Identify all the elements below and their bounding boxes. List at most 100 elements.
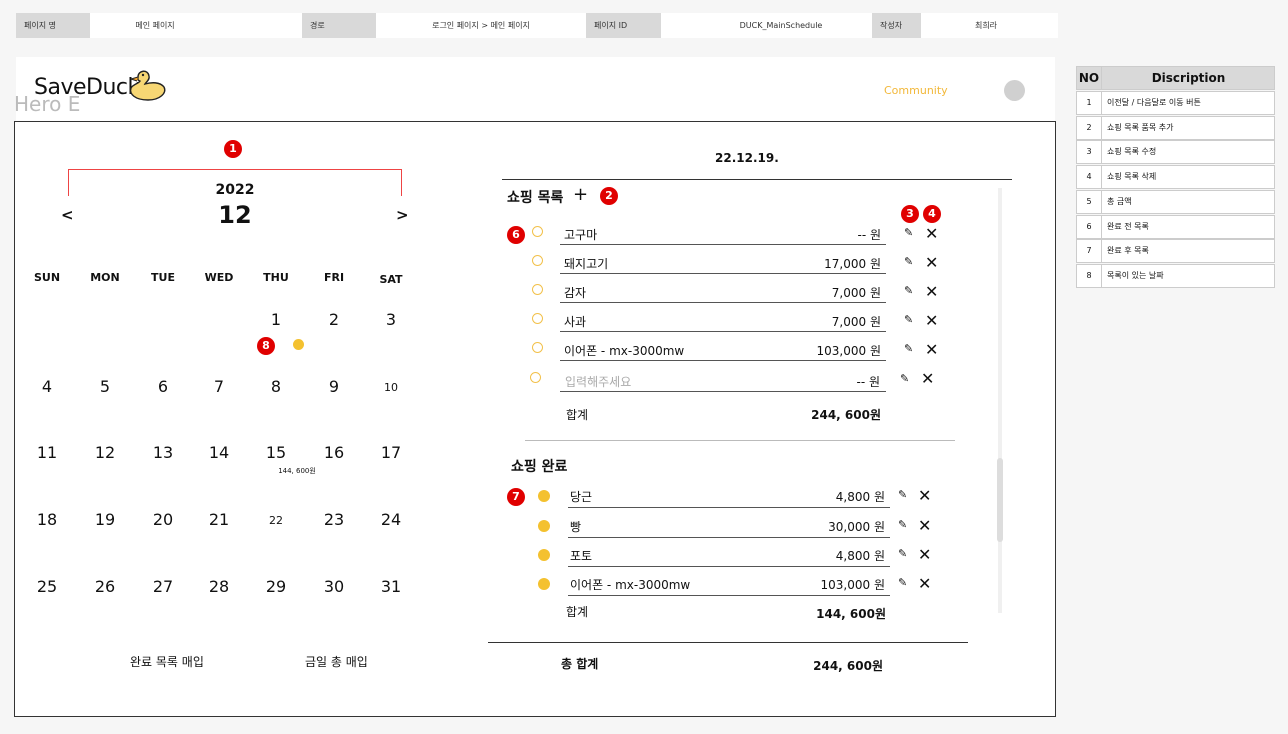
row-desc: 총 금액 [1107,196,1132,206]
done-check-dot[interactable] [538,520,550,532]
delete-x-icon[interactable]: ✕ [918,576,931,592]
calendar-day[interactable]: 12 [85,443,125,462]
calendar-day[interactable]: 26 [85,577,125,596]
calendar-day[interactable]: 28 [199,577,239,596]
edit-pencil-icon[interactable]: ✎ [904,284,913,297]
calendar-day[interactable]: 23 [314,510,354,529]
page-name-label: 페이지 명 [16,13,90,38]
shopping-done-title: 쇼핑 완료 [511,459,568,475]
delete-x-icon[interactable]: ✕ [925,313,938,329]
calendar-day[interactable]: 7 [199,377,239,396]
done-check-dot[interactable] [538,549,550,561]
done-check-dot[interactable] [538,578,550,590]
calendar-day[interactable]: 19 [85,510,125,529]
divider [502,179,1012,180]
calendar-day[interactable]: 18 [27,510,67,529]
edit-pencil-icon[interactable]: ✎ [898,518,907,531]
delete-x-icon[interactable]: ✕ [921,371,934,387]
delete-x-icon[interactable]: ✕ [918,547,931,563]
delete-x-icon[interactable]: ✕ [925,342,938,358]
checkbox-circle[interactable] [532,342,543,353]
scrollbar-track[interactable] [998,188,1002,613]
checkbox-circle[interactable] [532,284,543,295]
day-name: THU [263,271,289,284]
calendar-day[interactable]: 1 [256,310,296,329]
row-desc: 쇼핑 목록 품목 추가 [1107,122,1174,132]
calendar-day[interactable]: 9 [314,377,354,396]
page-id-label: 페이지 ID [586,13,661,38]
day-name: WED [204,271,234,284]
hero-label: Hero E [14,92,81,116]
row-no: 8 [1077,264,1102,287]
calendar-day[interactable]: 20 [143,510,183,529]
calendar-day[interactable]: 8 [256,377,296,396]
calendar-day[interactable]: 4 [27,377,67,396]
done-item-name: 빵 [570,520,582,534]
today-total-purchases-label: 금일 총 매입 [305,655,368,669]
edit-pencil-icon[interactable]: ✎ [898,547,907,560]
calendar-day[interactable]: 17 [371,443,411,462]
edit-pencil-icon[interactable]: ✎ [898,488,907,501]
badge-2: 2 [600,187,618,205]
scrollbar-thumb[interactable] [997,458,1003,542]
calendar-day[interactable]: 10 [371,381,411,394]
edit-pencil-icon[interactable]: ✎ [904,255,913,268]
calendar-day[interactable]: 15 [256,443,296,462]
calendar-day[interactable]: 16 [314,443,354,462]
done-check-dot[interactable] [538,490,550,502]
delete-x-icon[interactable]: ✕ [925,284,938,300]
edit-pencil-icon[interactable]: ✎ [898,576,907,589]
checkbox-circle[interactable] [532,226,543,237]
item-price: 103,000 원 [816,344,881,358]
calendar-day[interactable]: 21 [199,510,239,529]
row-desc: 쇼핑 목록 삭제 [1107,172,1157,182]
edit-pencil-icon[interactable]: ✎ [904,313,913,326]
calendar-day[interactable]: 3 [371,310,411,329]
calendar-day[interactable]: 14 [199,443,239,462]
grand-total-label: 총 합계 [561,657,599,671]
community-link[interactable]: Community [884,84,948,97]
table-header: NO Discription [1076,66,1275,90]
path-label: 경로 [302,13,376,38]
selected-date: 22.12.19. [715,151,779,165]
calendar-day[interactable]: 22 [256,514,296,527]
checkbox-circle[interactable] [532,255,543,266]
calendar-day[interactable]: 30 [314,577,354,596]
checkbox-circle[interactable] [532,313,543,324]
page-name-value: 메인 페이지 [135,21,175,30]
calendar-day[interactable]: 31 [371,577,411,596]
item-price: 17,000 원 [824,257,881,271]
done-item-price: 4,800 원 [835,549,885,563]
author-label: 작성자 [872,13,921,38]
calendar-day[interactable]: 25 [27,577,67,596]
prev-month-button[interactable]: < [61,206,74,224]
delete-x-icon[interactable]: ✕ [925,226,938,242]
calendar-day[interactable]: 11 [27,443,67,462]
new-item-price[interactable]: -- 원 [815,373,880,390]
page-id-value: DUCK_MainSchedule [739,21,823,30]
row-no: 1 [1077,92,1102,114]
calendar-day[interactable]: 6 [143,377,183,396]
next-month-button[interactable]: > [396,206,409,224]
calendar-day[interactable]: 29 [256,577,296,596]
row-no: 3 [1077,141,1102,164]
calendar-day[interactable]: 5 [85,377,125,396]
calendar-day[interactable]: 2 [314,310,354,329]
calendar-day[interactable]: 24 [371,510,411,529]
new-item-input[interactable]: 입력해주세요 [565,373,631,390]
calendar-day[interactable]: 13 [143,443,183,462]
done-item-underline [568,595,890,596]
checkbox-circle[interactable] [530,372,541,383]
done-item-price: 30,000 원 [828,520,885,534]
edit-pencil-icon[interactable]: ✎ [904,226,913,239]
item-underline [560,244,886,245]
delete-x-icon[interactable]: ✕ [925,255,938,271]
delete-x-icon[interactable]: ✕ [918,518,931,534]
user-avatar-icon[interactable] [1004,80,1025,101]
calendar-day[interactable]: 27 [143,577,183,596]
table-row: 4 쇼핑 목록 삭제 [1076,165,1275,190]
delete-x-icon[interactable]: ✕ [918,488,931,504]
edit-pencil-icon[interactable]: ✎ [904,342,913,355]
add-item-button[interactable]: + [573,184,588,205]
edit-pencil-icon[interactable]: ✎ [900,372,909,385]
